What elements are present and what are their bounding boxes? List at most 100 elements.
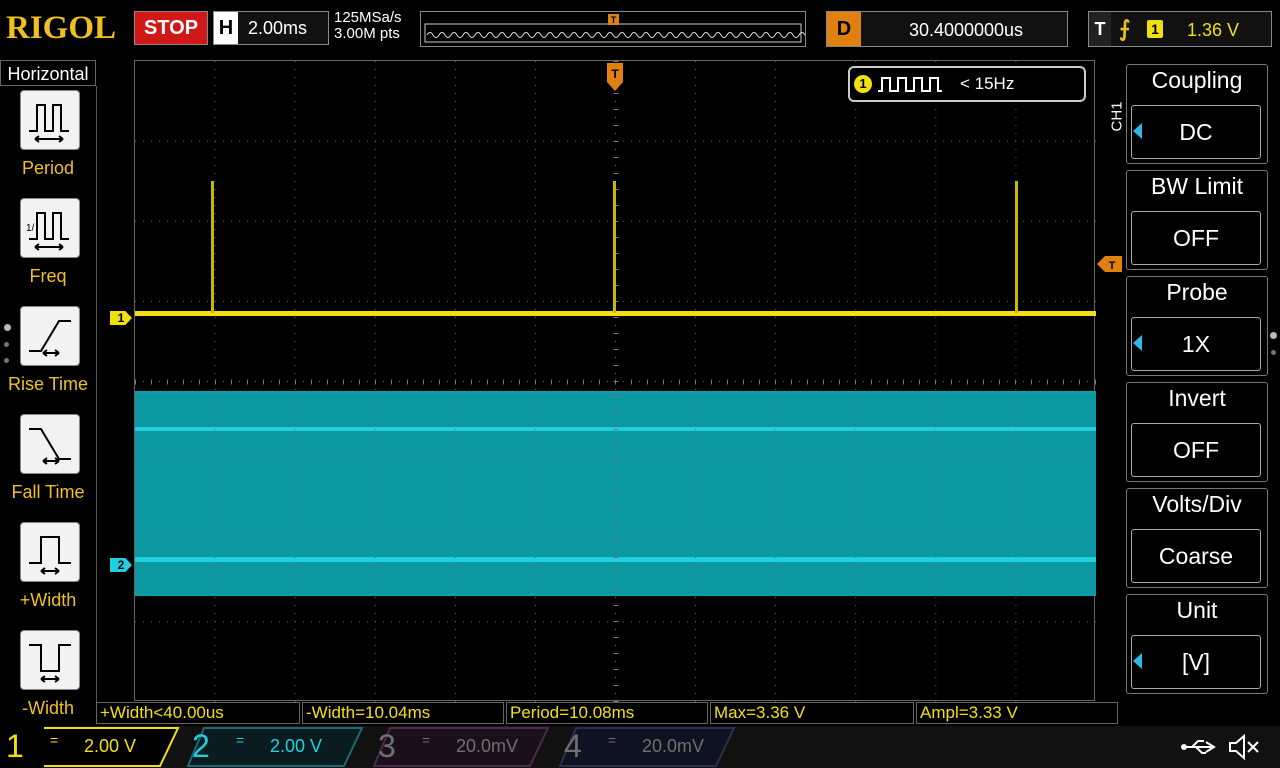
grid-dot bbox=[751, 381, 752, 382]
trigger-position-marker-icon[interactable]: T bbox=[606, 62, 624, 92]
grid-dot bbox=[263, 220, 264, 222]
waveform-display[interactable] bbox=[134, 60, 1096, 702]
acquisition-info: 125MSa/s 3.00M pts bbox=[334, 10, 402, 42]
grid-dot bbox=[374, 613, 376, 614]
grid-dot bbox=[294, 669, 296, 670]
grid-dot bbox=[294, 693, 296, 694]
softkey-probe[interactable]: Probe 1X bbox=[1126, 276, 1268, 376]
softkey-period[interactable]: Period bbox=[0, 86, 96, 192]
grid-dot bbox=[639, 220, 640, 222]
channel-4-status[interactable]: 4 = 20.0mV bbox=[558, 726, 738, 768]
grid-dot bbox=[591, 140, 592, 142]
measurement-period[interactable]: Period=10.08ms bbox=[506, 702, 708, 724]
grid-dot bbox=[655, 541, 656, 543]
grid-dot bbox=[214, 213, 216, 214]
softkey-volts-div[interactable]: Volts/Div Coarse bbox=[1126, 488, 1268, 588]
ch1-offset-marker[interactable]: 1 bbox=[110, 311, 132, 325]
softkey-bw-limit[interactable]: BW Limit OFF bbox=[1126, 170, 1268, 270]
grid-dot bbox=[1015, 685, 1017, 686]
softkey-positive-width[interactable]: +Width bbox=[0, 518, 96, 624]
trigger-level-marker-icon[interactable]: T bbox=[1097, 256, 1123, 272]
measurement-negative-width[interactable]: -Width=10.04ms bbox=[302, 702, 504, 724]
grid-dot bbox=[534, 85, 536, 86]
softkey-unit[interactable]: Unit [V] bbox=[1126, 594, 1268, 694]
grid-dot bbox=[959, 140, 960, 142]
grid-dot bbox=[431, 541, 432, 543]
grid-dot bbox=[1015, 653, 1017, 654]
grid-dot bbox=[615, 437, 616, 438]
measurement-amplitude[interactable]: Ampl=3.33 V bbox=[916, 702, 1118, 724]
run-stop-button[interactable]: STOP bbox=[134, 11, 208, 45]
grid-dot bbox=[695, 549, 697, 550]
grid-dot bbox=[871, 220, 872, 222]
grid-dot bbox=[294, 509, 296, 510]
speaker-mute-icon[interactable] bbox=[1226, 732, 1262, 762]
grid-dot bbox=[455, 220, 456, 222]
horizontal-label: H bbox=[214, 12, 238, 44]
center-tick bbox=[551, 379, 552, 385]
grid-dot bbox=[935, 373, 937, 374]
softkey-coupling[interactable]: Coupling DC bbox=[1126, 64, 1268, 164]
ch2-offset-marker[interactable]: 2 bbox=[110, 558, 132, 572]
grid-dot bbox=[359, 541, 360, 543]
grid-dot bbox=[775, 69, 777, 70]
frequency-counter[interactable]: 1 < 15Hz bbox=[848, 66, 1086, 102]
softkey-invert[interactable]: Invert OFF bbox=[1126, 382, 1268, 482]
grid-dot bbox=[695, 541, 696, 543]
measurement-max[interactable]: Max=3.36 V bbox=[710, 702, 914, 724]
grid-dot bbox=[567, 220, 568, 222]
grid-dot bbox=[263, 621, 264, 623]
softkey-negative-width[interactable]: -Width bbox=[0, 626, 96, 732]
grid-dot bbox=[791, 220, 792, 222]
grid-dot bbox=[534, 181, 536, 182]
grid-dot bbox=[695, 557, 697, 558]
timebase-box[interactable]: H 2.00ms bbox=[213, 11, 329, 45]
grid-dot bbox=[374, 525, 376, 526]
grid-dot bbox=[935, 309, 937, 310]
softkey-fall-time[interactable]: Fall Time bbox=[0, 410, 96, 516]
grid-dot bbox=[1063, 220, 1064, 222]
softkey-freq[interactable]: 1/ Freq bbox=[0, 194, 96, 300]
grid-dot bbox=[335, 541, 336, 543]
grid-dot bbox=[151, 541, 152, 543]
trigger-box[interactable]: T ⨍ 1 1.36 V bbox=[1088, 11, 1272, 47]
measurement-positive-width[interactable]: +Width<40.00us bbox=[96, 702, 300, 724]
grid-dot bbox=[775, 197, 777, 198]
grid-dot bbox=[855, 413, 857, 414]
grid-dot bbox=[935, 173, 937, 174]
channel-3-status[interactable]: 3 = 20.0mV bbox=[372, 726, 552, 768]
grid-dot bbox=[855, 653, 857, 654]
grid-dot bbox=[159, 300, 160, 302]
center-tick bbox=[613, 157, 619, 158]
grid-dot bbox=[567, 140, 568, 142]
grid-dot bbox=[935, 405, 937, 406]
grid-dot bbox=[711, 300, 712, 302]
grid-dot bbox=[823, 220, 824, 222]
grid-dot bbox=[1095, 220, 1096, 222]
channel-1-status[interactable]: 1 = 2.00 V bbox=[0, 726, 180, 768]
channel-2-status[interactable]: 2 = 2.00 V bbox=[186, 726, 366, 768]
grid-dot bbox=[775, 597, 777, 598]
grid-dot bbox=[495, 220, 496, 222]
grid-dot bbox=[1015, 405, 1017, 406]
grid-dot bbox=[295, 541, 296, 543]
grid-dot bbox=[895, 541, 896, 543]
grid-dot bbox=[255, 621, 256, 623]
delay-box[interactable]: D 30.4000000us bbox=[826, 11, 1068, 47]
grid-dot bbox=[887, 140, 888, 142]
grid-dot bbox=[855, 205, 857, 206]
grid-dot bbox=[775, 445, 777, 446]
memory-overview-bar[interactable]: T bbox=[420, 11, 812, 47]
channel-scale: 2.00 V bbox=[270, 736, 323, 756]
freq-icon: 1/ bbox=[20, 198, 80, 258]
center-tick bbox=[295, 379, 296, 385]
grid-dot bbox=[294, 653, 296, 654]
center-tick bbox=[199, 379, 200, 385]
grid-dot bbox=[775, 293, 777, 294]
grid-dot bbox=[575, 461, 576, 463]
softkey-value: OFF bbox=[1131, 211, 1261, 265]
grid-dot bbox=[294, 269, 296, 270]
grid-dot bbox=[374, 269, 376, 270]
delay-label: D bbox=[827, 12, 861, 46]
softkey-rise-time[interactable]: Rise Time bbox=[0, 302, 96, 408]
